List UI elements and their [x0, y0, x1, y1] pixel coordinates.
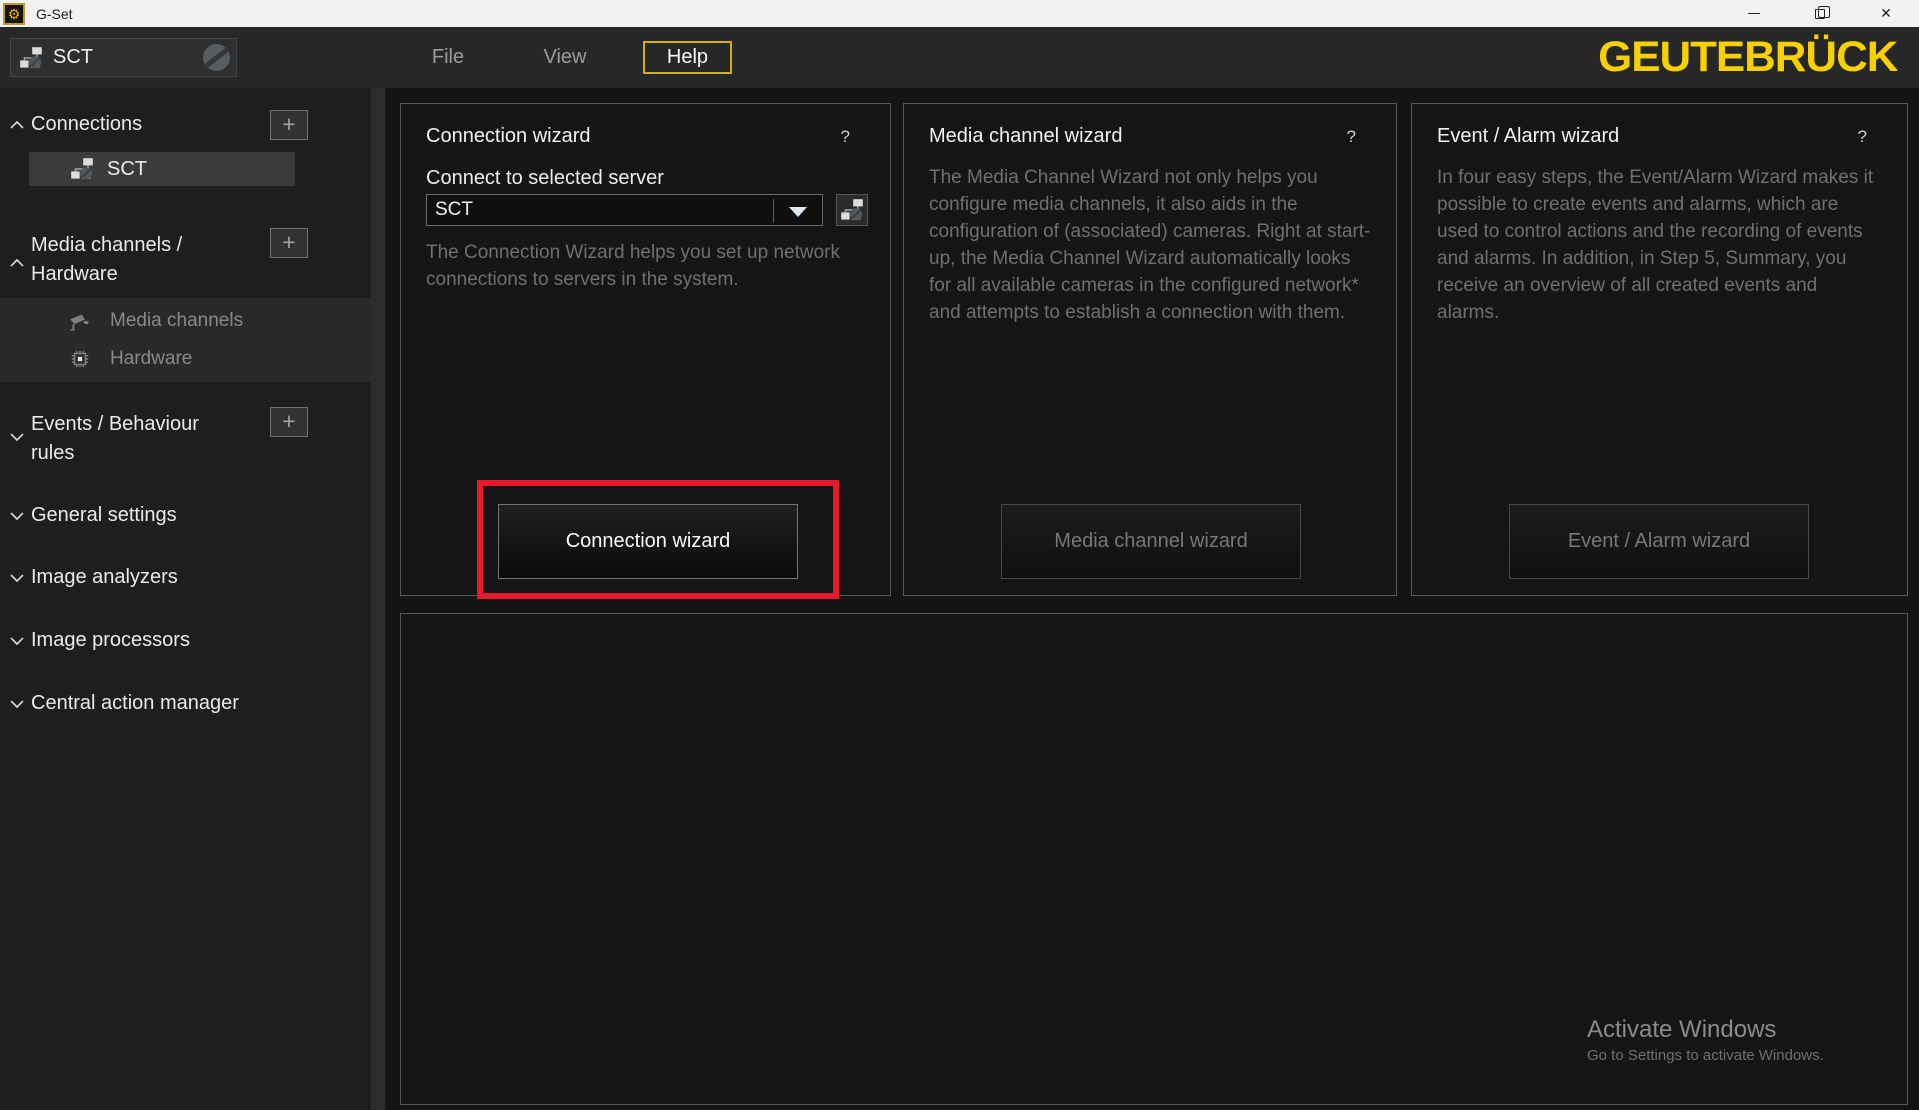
- sidebar: Connections + SCT Media channels / Hardw…: [0, 88, 371, 1110]
- help-icon[interactable]: ?: [841, 127, 850, 147]
- panel-description: The Connection Wizard helps you set up n…: [426, 242, 840, 290]
- camera-icon: [68, 309, 92, 333]
- watermark-title: Activate Windows: [1587, 1016, 1777, 1043]
- g-set-window: ⚙ G-Set ✕ SCT File View Help GEUTEBRÜCK: [0, 0, 1919, 1110]
- add-connection-button[interactable]: +: [270, 110, 308, 140]
- titlebar: ⚙ G-Set ✕: [0, 0, 1919, 27]
- menu-view[interactable]: View: [536, 27, 594, 88]
- event-alarm-wizard-panel: Event / Alarm wizard ? In four easy step…: [1411, 103, 1908, 596]
- sidebar-item-label: Hardware: [110, 348, 193, 369]
- chevron-down-icon: [9, 699, 25, 709]
- chevron-down-icon: [9, 636, 25, 646]
- restore-button[interactable]: [1787, 0, 1853, 27]
- minimize-button[interactable]: [1721, 0, 1787, 27]
- server-selector[interactable]: SCT: [10, 38, 237, 77]
- menu-help[interactable]: Help: [643, 41, 732, 74]
- restore-icon: [1815, 5, 1830, 19]
- sidebar-item-label: Image analyzers: [31, 566, 178, 588]
- toolbar: SCT File View Help GEUTEBRÜCK: [0, 27, 1919, 88]
- panel-description: In four easy steps, the Event/Alarm Wiza…: [1437, 167, 1874, 323]
- sidebar-item-label: SCT: [107, 157, 147, 180]
- dropdown-separator: [773, 199, 774, 223]
- sidebar-item-media-channels[interactable]: Media channels: [0, 306, 371, 336]
- sidebar-item-connections[interactable]: Connections +: [0, 108, 371, 142]
- sidebar-item-sct[interactable]: SCT: [29, 152, 295, 186]
- chevron-down-icon: [9, 573, 25, 583]
- sidebar-scrollbar[interactable]: [371, 88, 385, 1110]
- sidebar-item-events-behaviour-rules[interactable]: Events / Behaviour rules +: [0, 403, 371, 473]
- network-icon: [70, 157, 94, 181]
- chevron-down-icon: [9, 511, 25, 521]
- connection-wizard-button[interactable]: Connection wizard: [498, 504, 798, 579]
- sidebar-item-label: General settings: [31, 504, 177, 526]
- sidebar-item-label: Media channels: [110, 310, 244, 331]
- network-search-button[interactable]: [836, 194, 868, 226]
- sidebar-item-hardware[interactable]: Hardware: [0, 344, 371, 374]
- panel-title: Event / Alarm wizard: [1437, 125, 1620, 147]
- close-button[interactable]: ✕: [1853, 0, 1919, 27]
- server-dropdown-value: SCT: [435, 199, 473, 220]
- connection-wizard-panel: Connection wizard ? Connect to selected …: [400, 103, 891, 599]
- menu-file[interactable]: File: [420, 27, 476, 88]
- media-channel-wizard-panel: Media channel wizard ? The Media Channel…: [903, 103, 1397, 596]
- sidebar-item-media-hardware[interactable]: Media channels / Hardware +: [0, 228, 371, 298]
- chevron-down-icon: [9, 432, 25, 442]
- chip-icon: [68, 347, 92, 371]
- sidebar-item-label: Events / Behaviour rules: [31, 413, 199, 464]
- server-dropdown[interactable]: SCT: [426, 194, 823, 226]
- connect-to-server-label: Connect to selected server: [426, 167, 664, 189]
- event-alarm-wizard-button[interactable]: Event / Alarm wizard: [1509, 504, 1809, 579]
- help-icon[interactable]: ?: [1858, 127, 1867, 147]
- watermark-subtitle: Go to Settings to activate Windows.: [1587, 1047, 1824, 1064]
- minimize-icon: [1748, 13, 1760, 14]
- sidebar-item-label: Connections: [31, 113, 143, 135]
- chevron-up-icon: [9, 120, 25, 130]
- sidebar-item-label: Central action manager: [31, 692, 239, 714]
- geutebruck-logo: GEUTEBRÜCK: [1597, 33, 1898, 81]
- sidebar-item-label: Image processors: [31, 629, 190, 651]
- sidebar-item-image-analyzers[interactable]: Image analyzers: [0, 561, 371, 595]
- disconnected-icon: [203, 44, 230, 71]
- help-icon[interactable]: ?: [1347, 127, 1356, 147]
- dropdown-arrow-icon: [789, 207, 807, 217]
- panel-title: Media channel wizard: [929, 125, 1123, 147]
- chevron-up-icon: [9, 258, 25, 268]
- add-event-button[interactable]: +: [270, 407, 308, 437]
- sidebar-item-image-processors[interactable]: Image processors: [0, 624, 371, 658]
- window-title: G-Set: [36, 5, 73, 22]
- media-hardware-group: Media channels Hardware: [0, 298, 371, 382]
- app-gear-icon: ⚙: [3, 2, 25, 25]
- server-selector-value: SCT: [53, 46, 93, 68]
- sidebar-item-general-settings[interactable]: General settings: [0, 499, 371, 533]
- sidebar-item-central-action-manager[interactable]: Central action manager: [0, 687, 371, 721]
- activate-windows-watermark: Activate Windows Go to Settings to activ…: [1587, 1016, 1824, 1064]
- panel-description: The Media Channel Wizard not only helps …: [929, 167, 1371, 323]
- sidebar-item-label: Media channels / Hardware: [31, 234, 183, 285]
- window-controls: ✕: [1721, 0, 1919, 27]
- media-channel-wizard-button[interactable]: Media channel wizard: [1001, 504, 1301, 579]
- network-icon: [840, 198, 864, 222]
- panel-title: Connection wizard: [426, 125, 591, 147]
- network-icon: [19, 46, 43, 70]
- add-media-channel-button[interactable]: +: [270, 228, 308, 258]
